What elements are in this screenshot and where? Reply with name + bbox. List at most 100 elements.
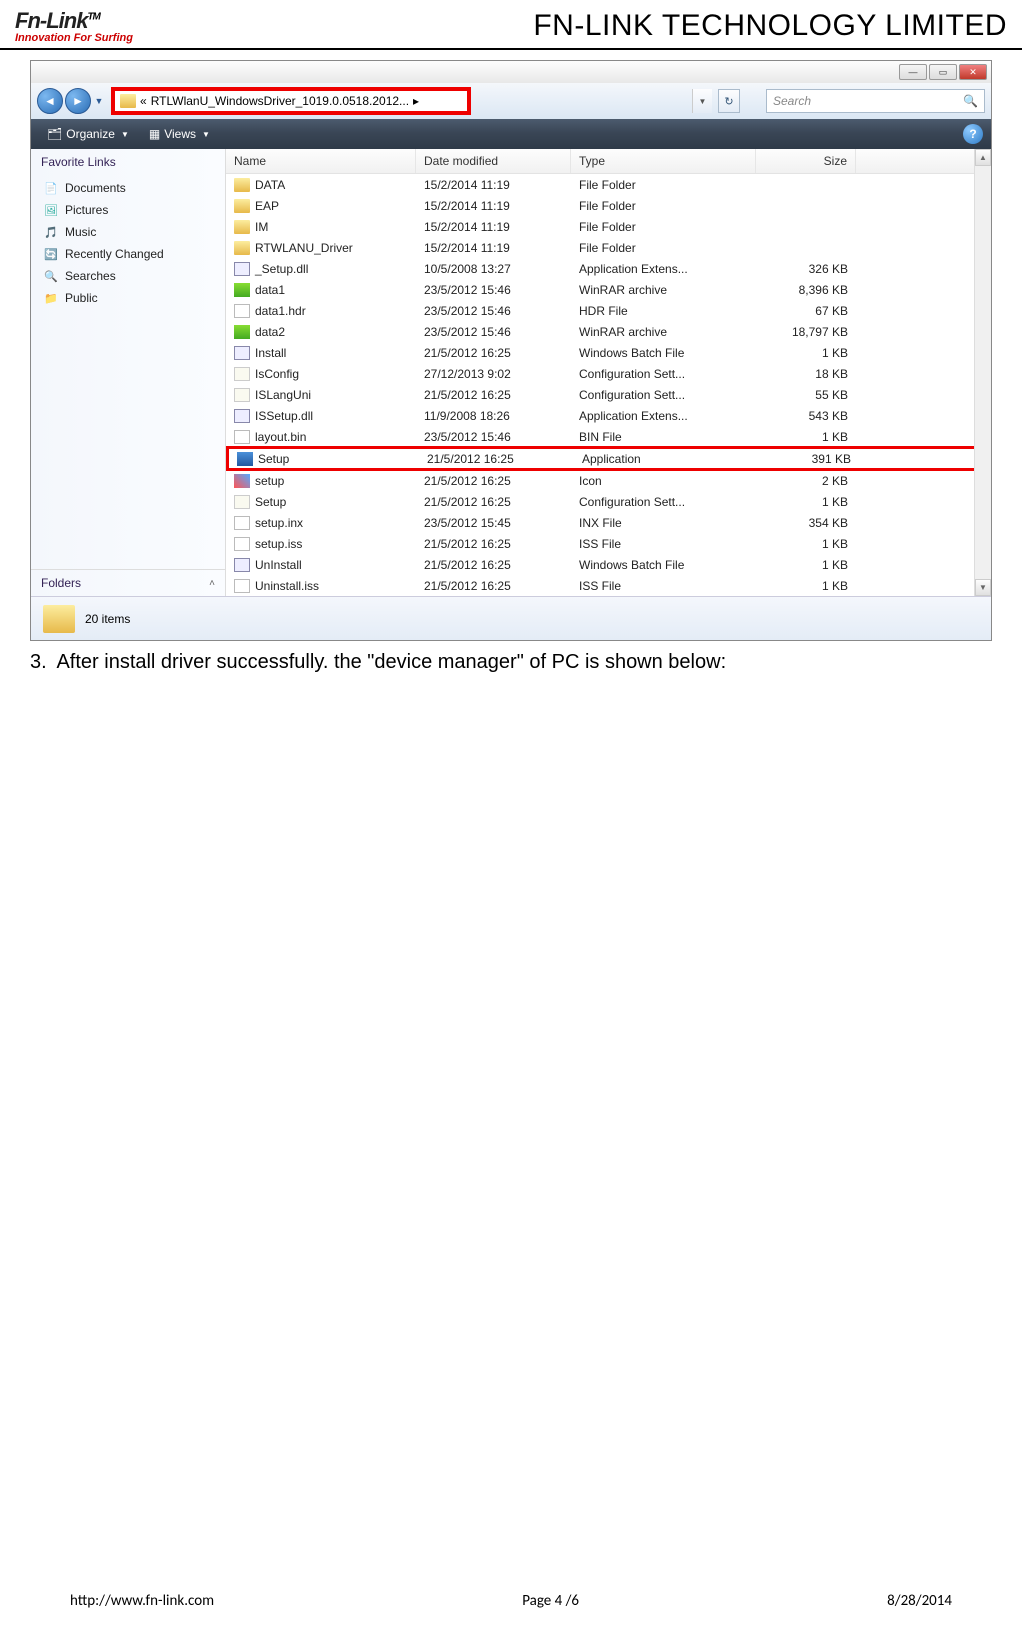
logo-tagline: Innovation For Surfing (15, 32, 133, 44)
col-name[interactable]: Name (226, 149, 416, 173)
close-button[interactable]: ✕ (959, 64, 987, 80)
file-type: Windows Batch File (571, 346, 756, 360)
scroll-down-arrow[interactable]: ▼ (975, 579, 991, 596)
file-type: INX File (571, 516, 756, 530)
file-name: RTWLANU_Driver (255, 241, 353, 255)
instruction-step: 3. After install driver successfully. th… (30, 641, 992, 684)
nav-history-dropdown[interactable]: ▼ (93, 88, 105, 114)
file-row[interactable]: data1.hdr 23/5/2012 15:46 HDR File 67 KB (226, 300, 991, 321)
dll-icon (234, 409, 250, 423)
file-row[interactable]: _Setup.dll 10/5/2008 13:27 Application E… (226, 258, 991, 279)
file-row[interactable]: Uninstall.iss 21/5/2012 16:25 ISS File 1… (226, 575, 991, 596)
sidebar-item[interactable]: 🖼Pictures (39, 199, 217, 221)
ini-icon (234, 388, 250, 402)
toolbar: 🗂 Organize ▼ ▦ Views ▼ ? (31, 119, 991, 149)
file-date: 27/12/2013 9:02 (416, 367, 571, 381)
status-text: 20 items (85, 612, 130, 626)
file-row[interactable]: setup.iss 21/5/2012 16:25 ISS File 1 KB (226, 533, 991, 554)
refresh-button[interactable]: ↻ (718, 89, 740, 113)
sidebar-item[interactable]: 📄Documents (39, 177, 217, 199)
file-row[interactable]: Setup 21/5/2012 16:25 Configuration Sett… (226, 491, 991, 512)
mus-icon: 🎵 (43, 224, 59, 240)
sidebar-item[interactable]: 🎵Music (39, 221, 217, 243)
file-type: Application Extens... (571, 262, 756, 276)
sidebar-item[interactable]: 📁Public (39, 287, 217, 309)
file-row[interactable]: Install 21/5/2012 16:25 Windows Batch Fi… (226, 342, 991, 363)
folders-header[interactable]: Folders ˄ (31, 569, 225, 596)
file-size: 326 KB (756, 262, 856, 276)
sidebar-item[interactable]: 🔄Recently Changed (39, 243, 217, 265)
file-size: 67 KB (756, 304, 856, 318)
address-path-highlight: « RTLWlanU_WindowsDriver_1019.0.0518.201… (111, 87, 471, 115)
views-label: Views (164, 127, 196, 141)
file-row[interactable]: DATA 15/2/2014 11:19 File Folder (226, 174, 991, 195)
views-icon: ▦ (149, 127, 160, 141)
back-button[interactable]: ◄ (37, 88, 63, 114)
file-row[interactable]: Setup 21/5/2012 16:25 Application 391 KB (226, 446, 991, 471)
file-name: data2 (255, 325, 285, 339)
file-name: ISLangUni (255, 388, 311, 402)
forward-button[interactable]: ► (65, 88, 91, 114)
file-icon (234, 537, 250, 551)
step-text: After install driver successfully. the "… (56, 651, 726, 673)
sidebar-item[interactable]: 🔍Searches (39, 265, 217, 287)
file-row[interactable]: UnInstall 21/5/2012 16:25 Windows Batch … (226, 554, 991, 575)
folder-icon (43, 605, 75, 633)
maximize-button[interactable]: ▭ (929, 64, 957, 80)
folder-icon (234, 220, 250, 234)
col-date[interactable]: Date modified (416, 149, 571, 173)
file-row[interactable]: IM 15/2/2014 11:19 File Folder (226, 216, 991, 237)
file-row[interactable]: IsConfig 27/12/2013 9:02 Configuration S… (226, 363, 991, 384)
file-type: Icon (571, 474, 756, 488)
file-date: 21/5/2012 16:25 (416, 579, 571, 593)
file-icon (234, 430, 250, 444)
scroll-up-arrow[interactable]: ▲ (975, 149, 991, 166)
file-row[interactable]: EAP 15/2/2014 11:19 File Folder (226, 195, 991, 216)
minimize-button[interactable]: — (899, 64, 927, 80)
file-row[interactable]: data2 23/5/2012 15:46 WinRAR archive 18,… (226, 321, 991, 342)
rc-icon: 🔄 (43, 246, 59, 262)
bat-icon (234, 558, 250, 572)
scrollbar-vertical[interactable]: ▲ ▼ (974, 149, 991, 596)
col-type[interactable]: Type (571, 149, 756, 173)
file-row[interactable]: layout.bin 23/5/2012 15:46 BIN File 1 KB (226, 426, 991, 447)
address-text: RTLWlanU_WindowsDriver_1019.0.0518.2012.… (151, 94, 409, 108)
file-date: 10/5/2008 13:27 (416, 262, 571, 276)
help-button[interactable]: ? (963, 124, 983, 144)
views-button[interactable]: ▦ Views ▼ (141, 125, 218, 143)
folder-icon (234, 241, 250, 255)
col-size[interactable]: Size (756, 149, 856, 173)
dll-icon (234, 262, 250, 276)
doc-icon: 📄 (43, 180, 59, 196)
file-date: 23/5/2012 15:46 (416, 430, 571, 444)
file-row[interactable]: ISLangUni 21/5/2012 16:25 Configuration … (226, 384, 991, 405)
file-list-pane: Name Date modified Type Size DATA 15/2/2… (226, 149, 991, 596)
folder-icon (120, 94, 136, 108)
sidebar-item-label: Public (65, 291, 98, 305)
file-name: Install (255, 346, 286, 360)
pic-icon: 🖼 (43, 202, 59, 218)
file-type: ISS File (571, 579, 756, 593)
file-size: 1 KB (756, 579, 856, 593)
address-field[interactable]: « RTLWlanU_WindowsDriver_1019.0.0518.201… (116, 94, 466, 108)
file-date: 15/2/2014 11:19 (416, 241, 571, 255)
file-row[interactable]: setup.inx 23/5/2012 15:45 INX File 354 K… (226, 512, 991, 533)
file-row[interactable]: ISSetup.dll 11/9/2008 18:26 Application … (226, 405, 991, 426)
file-row[interactable]: RTWLANU_Driver 15/2/2014 11:19 File Fold… (226, 237, 991, 258)
file-row[interactable]: data1 23/5/2012 15:46 WinRAR archive 8,3… (226, 279, 991, 300)
file-name: ISSetup.dll (255, 409, 313, 423)
file-size: 1 KB (756, 430, 856, 444)
file-name: setup.iss (255, 537, 302, 551)
file-row[interactable]: setup 21/5/2012 16:25 Icon 2 KB (226, 470, 991, 491)
file-size: 391 KB (759, 452, 859, 466)
file-size: 1 KB (756, 558, 856, 572)
file-name: setup (255, 474, 284, 488)
file-date: 21/5/2012 16:25 (419, 452, 574, 466)
file-size: 1 KB (756, 495, 856, 509)
organize-button[interactable]: 🗂 Organize ▼ (39, 125, 137, 143)
search-input[interactable]: Search 🔍 (766, 89, 985, 113)
rar-icon (234, 283, 250, 297)
file-size: 1 KB (756, 346, 856, 360)
address-dropdown[interactable]: ▼ (692, 89, 712, 113)
file-name: Uninstall.iss (255, 579, 319, 593)
